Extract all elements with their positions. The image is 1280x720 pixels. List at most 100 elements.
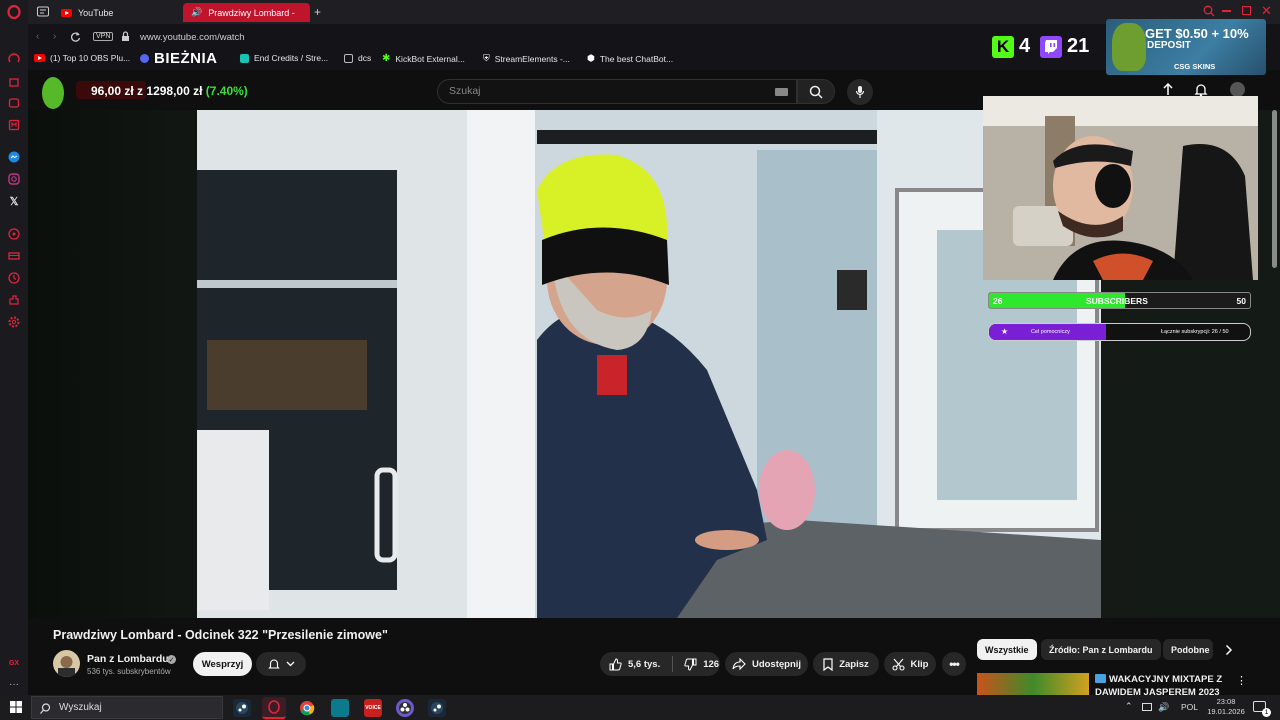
webcam-feed: [983, 96, 1258, 280]
search-input[interactable]: Szukaj: [437, 79, 797, 104]
wallet-icon[interactable]: [7, 249, 21, 263]
workspace-icon[interactable]: [7, 118, 21, 132]
search-button[interactable]: [797, 79, 835, 104]
channel-name[interactable]: Pan z Lombardu: [87, 653, 169, 665]
like-count[interactable]: 5,6 tys.: [628, 659, 660, 670]
channel-avatar[interactable]: [53, 650, 80, 677]
app-taskbar-icon[interactable]: [331, 699, 349, 717]
bookmark-end-credits[interactable]: End Credits / Stre...: [240, 53, 328, 63]
messenger-icon[interactable]: [7, 150, 21, 164]
tray-clock[interactable]: 23:08 19.01.2026: [1205, 697, 1247, 717]
video-player[interactable]: [197, 110, 1101, 618]
keyboard-icon[interactable]: [775, 88, 788, 96]
chips-next-icon[interactable]: [1225, 644, 1233, 656]
gx-icon[interactable]: GX: [7, 656, 21, 670]
bookmark-dcs[interactable]: dcs: [344, 53, 371, 63]
more-actions-button[interactable]: •••: [942, 652, 966, 676]
recommended-more-icon[interactable]: ⋮: [1236, 674, 1247, 687]
chip-source-channel[interactable]: Źródło: Pan z Lombardu: [1041, 639, 1161, 660]
dislike-count[interactable]: 126: [703, 659, 719, 670]
csgo-skins-ad[interactable]: GET $0.50 + 10% DEPOSIT CSG SKINS: [1106, 19, 1266, 75]
more-horizontal-icon: •••: [949, 657, 960, 671]
back-icon[interactable]: ‹: [36, 31, 39, 42]
voicemeeter-taskbar-icon[interactable]: VOICE: [364, 699, 382, 717]
create-upload-icon[interactable]: [1162, 83, 1174, 97]
steam-taskbar-icon[interactable]: [233, 699, 251, 717]
browser-sidebar: 𝕏 GX ···: [0, 0, 28, 695]
donation-avatar: [42, 77, 64, 109]
ticker-total: 1298,00 zł: [146, 84, 203, 98]
tray-chevron-up-icon[interactable]: ⌃: [1125, 701, 1133, 712]
tray-language[interactable]: POL: [1181, 702, 1198, 712]
notifications-bell-icon[interactable]: [1194, 83, 1208, 97]
settings-gear-icon[interactable]: [7, 315, 21, 329]
minimize-icon[interactable]: [1222, 10, 1231, 12]
recommended-title-line-1[interactable]: WAKACYJNY MIXTAPE Z: [1109, 674, 1222, 685]
voice-search-button[interactable]: [847, 79, 873, 105]
steam-2-taskbar-icon[interactable]: [428, 699, 446, 717]
speaker-icon[interactable]: 🔊: [191, 7, 202, 18]
share-button[interactable]: Udostępnij: [725, 652, 808, 676]
opera-logo-icon[interactable]: [7, 5, 21, 19]
clip-button[interactable]: Klip: [884, 652, 936, 676]
instagram-icon[interactable]: [7, 172, 21, 186]
history-icon[interactable]: [7, 271, 21, 285]
youtube-logo-icon: [34, 54, 45, 62]
subscribers-goal: 50: [1236, 296, 1246, 306]
chrome-taskbar-icon[interactable]: [298, 699, 316, 717]
bag-icon[interactable]: [7, 74, 21, 88]
chip-similar[interactable]: Podobne: [1163, 639, 1213, 660]
ad-mascot: [1112, 23, 1146, 71]
tab-youtube[interactable]: YouTube: [53, 3, 179, 22]
chatbot-icon: ⬢: [587, 53, 595, 63]
thumbs-down-icon[interactable]: [684, 658, 697, 671]
forward-icon[interactable]: ›: [53, 31, 56, 42]
more-dots-icon[interactable]: ···: [7, 677, 21, 691]
twitch-viewer-count: 21: [1067, 35, 1090, 57]
aria-icon[interactable]: [7, 96, 21, 110]
windows-start-icon[interactable]: [10, 701, 22, 713]
maximize-icon[interactable]: [1242, 6, 1251, 15]
bookmark-streamelements[interactable]: ⛨ StreamElements -...: [483, 53, 570, 64]
chip-all[interactable]: Wszystkie: [977, 639, 1037, 660]
subscription-bell-button[interactable]: [256, 652, 306, 676]
bookmark-label: End Credits / Stre...: [254, 53, 329, 63]
twitch-logo-icon: [1040, 36, 1062, 58]
tab-overview-icon[interactable]: [37, 6, 49, 17]
recommended-video-thumbnail[interactable]: [977, 673, 1089, 695]
lock-icon[interactable]: [121, 31, 130, 42]
page-scrollbar[interactable]: [1272, 110, 1277, 268]
bookmark-kickbot[interactable]: ✱ KickBot External...: [382, 53, 465, 64]
like-divider: [672, 656, 674, 672]
close-window-icon[interactable]: ✕: [1261, 3, 1272, 19]
taskbar-search-box[interactable]: Wyszukaj: [31, 696, 223, 719]
discord-icon: [140, 54, 149, 63]
bookmark-chatbot[interactable]: ⬢ The best ChatBot...: [587, 53, 673, 64]
tab-label: YouTube: [78, 7, 114, 18]
reload-icon[interactable]: [70, 31, 81, 42]
new-tab-button[interactable]: +: [314, 5, 321, 19]
save-button[interactable]: Zapisz: [813, 652, 879, 676]
opera-gx-taskbar-icon[interactable]: [262, 697, 286, 719]
url-field[interactable]: www.youtube.com/watch: [140, 32, 245, 43]
support-button[interactable]: Wesprzyj: [193, 652, 252, 676]
thumbs-up-icon[interactable]: [609, 657, 622, 671]
bookmark-obs-plugins[interactable]: (1) Top 10 OBS Plu...: [34, 53, 130, 63]
obs-taskbar-icon[interactable]: [396, 699, 414, 717]
tray-network-icon[interactable]: [1142, 703, 1152, 711]
x-twitter-icon[interactable]: 𝕏: [7, 194, 21, 208]
tab-prawdziwy-lombard[interactable]: 🔊 Prawdziwy Lombard -: [183, 3, 310, 22]
save-label: Zapisz: [839, 658, 869, 670]
taskbar-search-label: Wyszukaj: [59, 702, 102, 713]
extensions-icon[interactable]: [7, 293, 21, 307]
tray-volume-icon[interactable]: 🔊: [1158, 702, 1169, 713]
account-avatar[interactable]: [1230, 82, 1245, 97]
bookmark-bieznia[interactable]: BIEŻNIA: [140, 50, 218, 67]
tab-search-icon[interactable]: [1203, 5, 1215, 17]
bookmark-save-icon: [823, 657, 833, 671]
vpn-badge[interactable]: VPN: [93, 32, 114, 41]
recommended-title-line-2[interactable]: DAWIDEM JASPEREM 2023: [1095, 688, 1220, 695]
subscribers-goal-bar: 26 SUBSCRIBERS 50: [988, 292, 1251, 309]
player-icon[interactable]: [7, 227, 21, 241]
speed-dial-icon[interactable]: [7, 52, 21, 66]
